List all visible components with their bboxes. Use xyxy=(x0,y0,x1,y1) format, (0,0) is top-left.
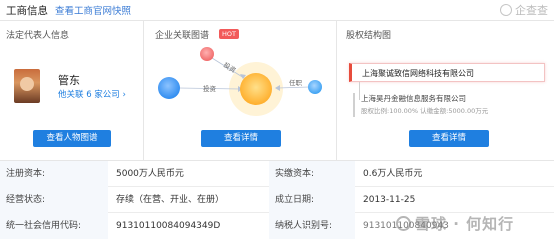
field-label: 纳税人识别号: xyxy=(269,213,355,239)
node-left[interactable] xyxy=(158,77,180,99)
equity-structure-title: 股权结构图 xyxy=(346,31,392,41)
equity-sub-company[interactable]: 上海昊丹金融信息服务有限公司 股权比例:100.00% 认缴金额:5000.00… xyxy=(353,93,503,117)
related-companies-link[interactable]: 他关联 6 家公司 › xyxy=(58,88,126,100)
node-center[interactable] xyxy=(240,73,272,105)
hot-badge: HOT xyxy=(219,29,239,39)
legal-rep-title: 法定代表人信息 xyxy=(6,31,70,41)
field-value: 存续（在营、开业、在册） xyxy=(116,195,225,205)
edge-label-role-right: 任职 xyxy=(289,78,303,87)
avatar[interactable] xyxy=(14,69,40,103)
equity-sub-company-detail: 股权比例:100.00% 认缴金额:5000.00万元 xyxy=(361,107,489,115)
brand-logo: 企查查 xyxy=(500,2,548,18)
equity-sub-company-name: 上海昊丹金融信息服务有限公司 xyxy=(361,94,466,103)
watermark-icon xyxy=(396,216,411,231)
section-title: 工商信息 xyxy=(6,5,48,17)
field-label: 实缴资本: xyxy=(269,161,355,187)
field-label: 统一社会信用代码: xyxy=(0,213,108,239)
node-top[interactable] xyxy=(200,47,214,61)
summary-cards: 法定代表人信息 管东 他关联 6 家公司 › 查看人物图谱 企业关联图谱 HOT xyxy=(0,20,554,161)
equity-top-company[interactable]: 上海聚诚致信网络科技有限公司 xyxy=(349,63,545,82)
brand-icon xyxy=(500,4,512,16)
edge-label-invest-left: 投资 xyxy=(203,84,217,93)
watermark: 雪球 · 何知行 xyxy=(396,213,514,234)
equity-structure-card: 股权结构图 上海聚诚致信网络科技有限公司 上海昊丹金融信息服务有限公司 股权比例… xyxy=(337,21,554,161)
view-graph-detail-button[interactable]: 查看详情 xyxy=(201,130,281,147)
field-value: 0.6万人民币元 xyxy=(363,169,423,179)
relation-graph[interactable]: 投资 投资 任职 xyxy=(144,41,337,127)
view-equity-detail-button[interactable]: 查看详情 xyxy=(409,130,489,147)
brand-name: 企查查 xyxy=(515,4,548,17)
view-person-graph-button[interactable]: 查看人物图谱 xyxy=(33,130,111,147)
table-row: 经营状态: 存续（在营、开业、在册） 成立日期: 2013-11-25 xyxy=(0,187,554,213)
field-value: 91310110084094349D xyxy=(116,221,221,231)
section-header: 工商信息 查看工商官网快照 企查查 xyxy=(0,0,554,20)
field-value: 2013-11-25 xyxy=(363,195,416,205)
field-label: 成立日期: xyxy=(269,187,355,213)
relation-graph-title: 企业关联图谱 xyxy=(155,31,210,41)
legal-rep-card: 法定代表人信息 管东 他关联 6 家公司 › 查看人物图谱 xyxy=(0,21,144,161)
watermark-text: 雪球 · 何知行 xyxy=(415,215,515,233)
field-label: 经营状态: xyxy=(0,187,108,213)
equity-top-company-name: 上海聚诚致信网络科技有限公司 xyxy=(362,69,474,78)
field-label: 注册资本: xyxy=(0,161,108,187)
snapshot-link[interactable]: 查看工商官网快照 xyxy=(55,3,131,17)
table-row: 注册资本: 5000万人民币元 实缴资本: 0.6万人民币元 xyxy=(0,161,554,187)
relation-graph-card: 企业关联图谱 HOT 投资 投资 任职 查看详情 xyxy=(144,21,337,161)
legal-rep-name[interactable]: 管东 xyxy=(58,72,80,88)
node-right[interactable] xyxy=(308,80,322,94)
field-value: 5000万人民币元 xyxy=(116,169,184,179)
